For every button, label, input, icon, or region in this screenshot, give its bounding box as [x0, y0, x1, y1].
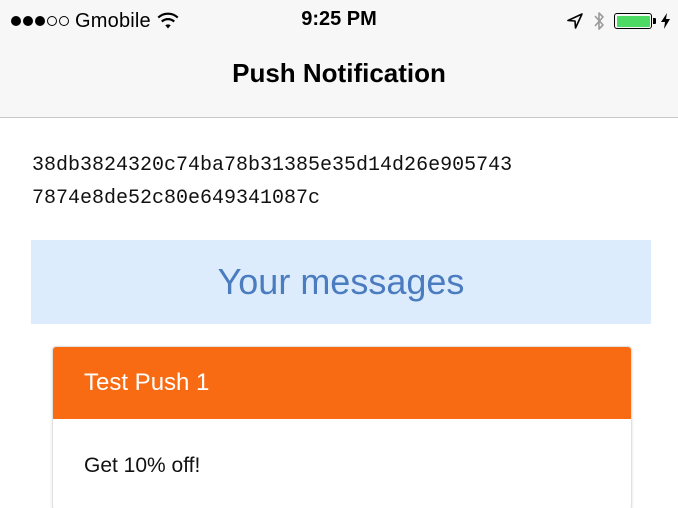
- messages-section-header: Your messages: [31, 240, 651, 324]
- status-right: [566, 8, 670, 34]
- app-screen: Gmobile 9:25 PM Push Notification 38db38…: [0, 0, 678, 508]
- charging-bolt-icon: [661, 13, 670, 29]
- bluetooth-icon: [594, 12, 604, 30]
- message-title: Test Push 1: [84, 369, 210, 396]
- status-bar: Gmobile 9:25 PM: [0, 0, 678, 42]
- message-body: Get 10% off!: [84, 454, 201, 477]
- device-token-line-1: 38db3824320c74ba78b31385e35d14d26e905743: [32, 154, 513, 177]
- battery-icon: [614, 13, 656, 29]
- message-card-header: Test Push 1: [53, 347, 631, 419]
- top-bar: Gmobile 9:25 PM Push Notification: [0, 0, 678, 118]
- message-card[interactable]: Test Push 1 Get 10% off!: [52, 346, 632, 508]
- messages-section-title: Your messages: [217, 261, 465, 302]
- device-token-text: 38db3824320c74ba78b31385e35d14d26e905743…: [32, 149, 652, 215]
- battery-level: [616, 15, 650, 27]
- page-title: Push Notification: [232, 58, 446, 88]
- device-token-line-2: 7874e8de52c80e649341087c: [32, 187, 321, 210]
- location-arrow-icon: [567, 13, 583, 29]
